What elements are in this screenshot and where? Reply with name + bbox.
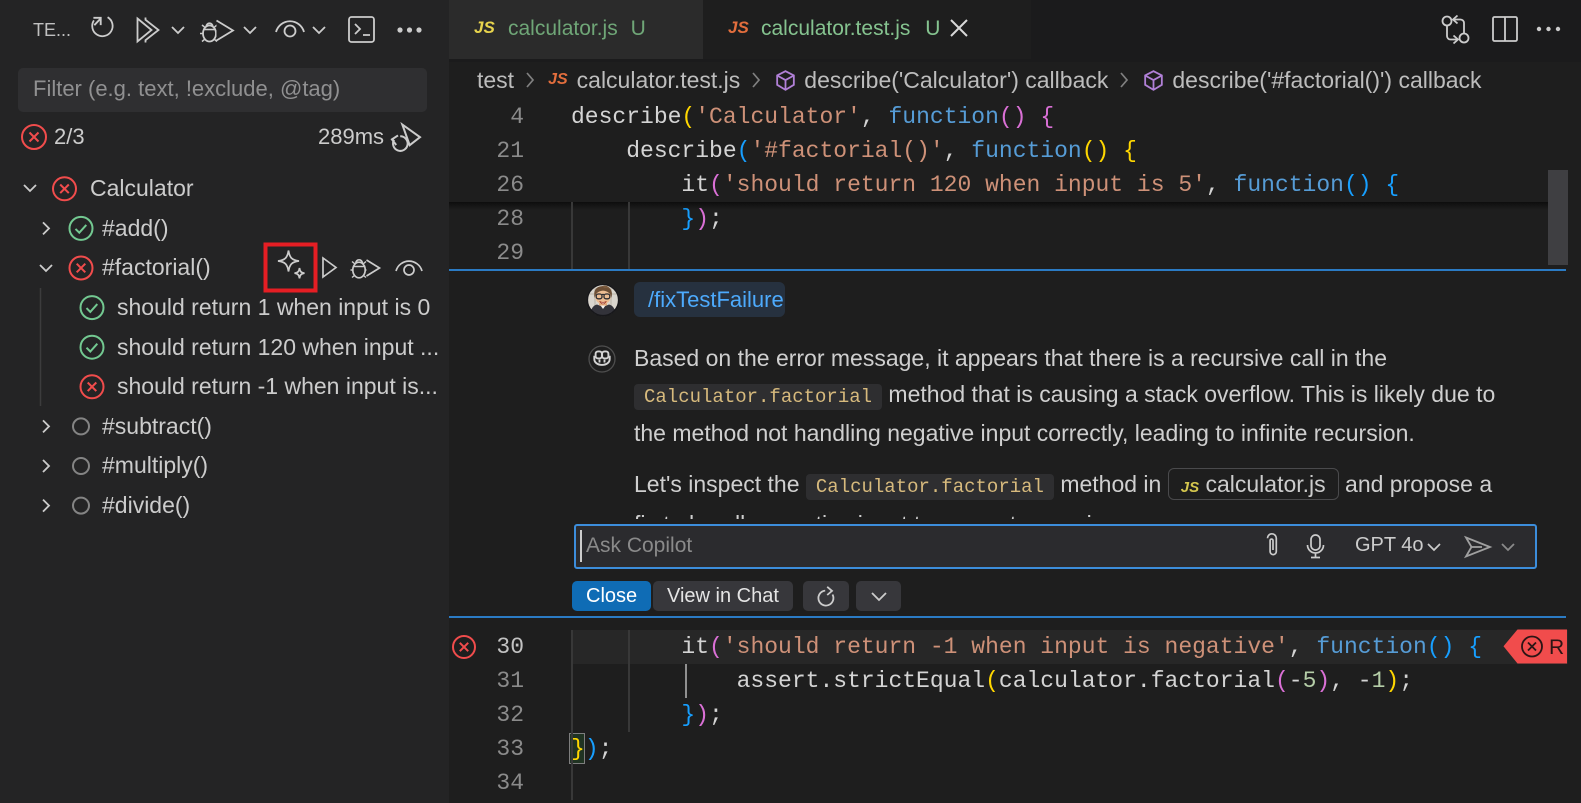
svg-text:R: R — [1549, 636, 1564, 659]
